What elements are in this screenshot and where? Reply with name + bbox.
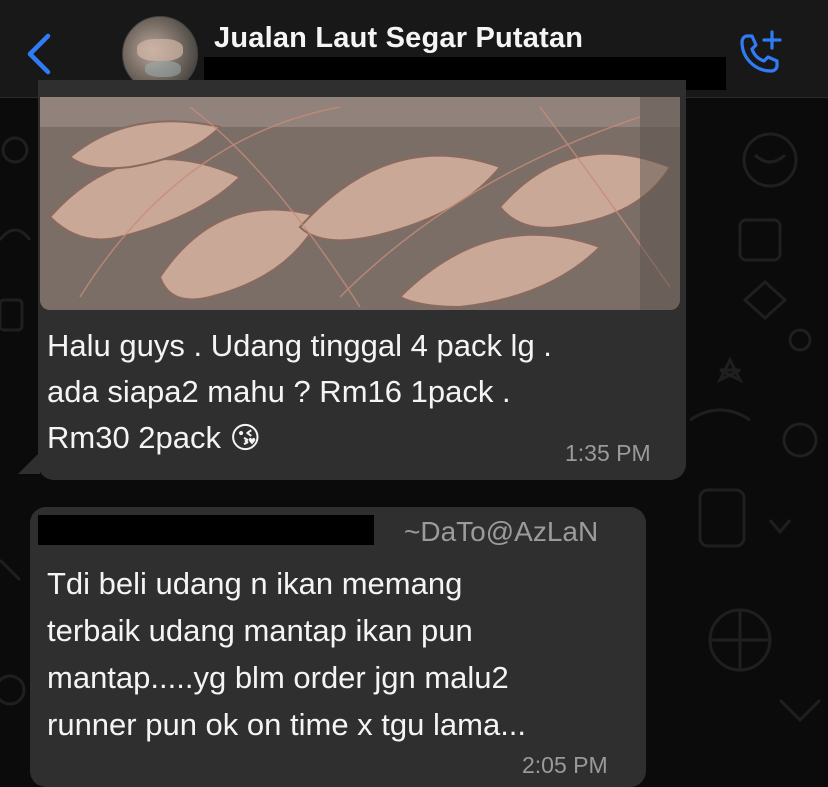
chevron-left-icon	[27, 33, 51, 75]
message-line: ada siapa2 mahu ? Rm16 1pack .	[47, 374, 511, 409]
message-line: Tdi beli udang n ikan memang	[47, 566, 463, 601]
shrimp-photo[interactable]	[40, 97, 680, 310]
chat-title[interactable]: Jualan Laut Segar Putatan	[214, 22, 583, 55]
redacted-sender-number	[38, 515, 374, 545]
bubble-tail	[18, 452, 40, 474]
message-timestamp: 1:35 PM	[565, 440, 651, 466]
message-timestamp: 2:05 PM	[522, 752, 608, 778]
message-line: mantap.....yg blm order jgn malu2	[47, 660, 509, 695]
message-line: terbaik udang mantap ikan pun	[47, 613, 473, 648]
message-line: runner pun ok on time x tgu lama...	[47, 707, 527, 742]
add-call-button[interactable]	[734, 28, 786, 76]
message-line: Halu guys . Udang tinggal 4 pack lg .	[47, 328, 552, 363]
back-button[interactable]	[20, 30, 60, 78]
sender-name[interactable]: ~DaTo@AzLaN	[404, 516, 598, 548]
kiss-emoji: 😘	[229, 421, 261, 456]
phone-add-icon	[740, 30, 782, 73]
message-text: Tdi beli udang n ikan memang terbaik uda…	[47, 560, 647, 748]
